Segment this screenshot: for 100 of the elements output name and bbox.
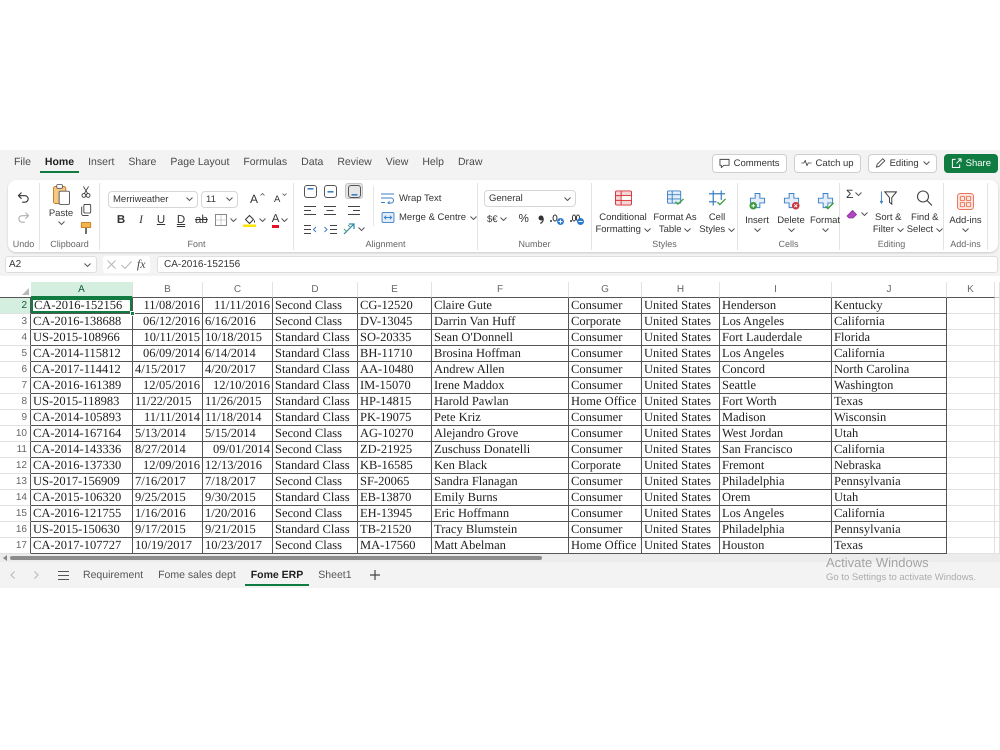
decrease-decimal-icon[interactable] (570, 213, 584, 225)
editing-mode-button[interactable]: Editing (868, 154, 937, 172)
comments-button[interactable]: Comments (712, 154, 787, 172)
undo-icon[interactable] (17, 191, 30, 204)
sheet-tab[interactable]: Fome ERP (244, 564, 310, 586)
menu-tab[interactable]: Formulas (238, 153, 292, 173)
row-header[interactable]: 14 (0, 490, 31, 506)
chevron-down-icon (754, 228, 760, 232)
sheet-tab[interactable]: Sheet1 (312, 564, 358, 586)
copy-icon[interactable] (80, 204, 92, 216)
caret-down-icon (282, 193, 288, 196)
menu-tab[interactable]: Review (332, 153, 377, 173)
format-cells-icon (816, 192, 834, 210)
percent-style-button[interactable]: % (516, 210, 532, 228)
font-size-dropdown[interactable]: 11 (201, 190, 238, 208)
catch-up-button[interactable]: Catch up (794, 154, 861, 172)
currency-format-button[interactable]: $€ (484, 210, 510, 228)
font-color-button[interactable]: A (270, 211, 290, 229)
strikethrough-button[interactable]: ab (192, 211, 211, 229)
row-header[interactable]: 16 (0, 522, 31, 538)
row-header[interactable]: 11 (0, 442, 31, 458)
column-header[interactable]: B (133, 282, 203, 298)
menu-tab[interactable]: Share (123, 153, 162, 173)
row-header[interactable]: 9 (0, 410, 31, 426)
column-header[interactable]: I (720, 282, 832, 298)
row-header[interactable]: 3 (0, 314, 31, 330)
row-header[interactable]: 10 (0, 426, 31, 442)
increase-font-size-button[interactable]: A (247, 190, 268, 208)
menu-tab[interactable]: Help (417, 153, 449, 173)
top-align-button[interactable] (301, 183, 319, 199)
decrease-font-size-button[interactable]: A (271, 190, 290, 208)
italic-button[interactable]: I (132, 211, 150, 229)
sheet-tab[interactable]: Requirement (77, 564, 150, 586)
comma-style-icon[interactable] (538, 214, 544, 224)
table-cell: United States (642, 490, 720, 506)
paste-button[interactable]: Paste (44, 184, 78, 238)
column-header[interactable]: F (432, 282, 569, 298)
column-header[interactable]: E (358, 282, 432, 298)
increase-indent-icon[interactable] (324, 224, 336, 234)
wrap-text-button[interactable]: Wrap Text (379, 190, 480, 206)
row-header[interactable]: 7 (0, 378, 31, 394)
align-right-icon[interactable] (348, 206, 360, 214)
share-button[interactable]: Share (944, 154, 998, 172)
fill-handle[interactable] (130, 311, 135, 316)
align-left-icon[interactable] (304, 206, 316, 214)
increase-decimal-icon[interactable] (550, 213, 564, 225)
menu-tab[interactable]: Draw (452, 153, 488, 173)
format-as-table-button[interactable]: Format As Table (652, 183, 698, 238)
insert-cells-button[interactable]: Insert (741, 183, 773, 238)
scissors-icon[interactable] (80, 186, 92, 198)
table-cell: SF-20065 (358, 474, 432, 490)
column-header[interactable]: C (203, 282, 273, 298)
menu-tab[interactable]: Page Layout (165, 153, 234, 173)
menu-tab[interactable]: Home (40, 153, 80, 173)
menu-tab[interactable]: View (380, 153, 414, 173)
add-ins-button[interactable]: Add-ins (946, 183, 985, 238)
bold-button[interactable]: B (112, 211, 130, 229)
column-header[interactable]: D (273, 282, 358, 298)
paintbrush-icon[interactable] (80, 222, 92, 234)
row-header[interactable]: 8 (0, 394, 31, 410)
scroll-left-icon[interactable] (3, 555, 7, 561)
delete-cells-button[interactable]: Delete (775, 183, 807, 238)
checkmark-icon[interactable] (121, 260, 132, 268)
menu-tab[interactable]: File (9, 153, 36, 173)
column-header[interactable]: G (569, 282, 642, 298)
align-center-icon[interactable] (324, 206, 336, 214)
find-select-button[interactable]: Find & Select (906, 183, 943, 238)
row-header[interactable]: 12 (0, 458, 31, 474)
merge-centre-button[interactable]: Merge & Centre (379, 210, 480, 226)
sort-filter-button[interactable]: Sort & Filter (870, 183, 906, 238)
decrease-indent-icon[interactable] (304, 224, 316, 234)
menu-tab[interactable]: Insert (83, 153, 120, 173)
conditional-formatting-button[interactable]: Conditional Formatting (594, 183, 652, 238)
number-format-dropdown[interactable]: General (484, 190, 576, 207)
row-header[interactable]: 5 (0, 346, 31, 362)
middle-align-button[interactable] (321, 183, 339, 199)
scrollbar-thumb[interactable] (10, 556, 542, 560)
column-header[interactable]: A (31, 282, 133, 298)
underline-button[interactable]: U (152, 211, 170, 229)
row-header[interactable]: 4 (0, 330, 31, 346)
cell-styles-button[interactable]: Cell Styles (698, 183, 736, 238)
menu-tab[interactable]: Data (296, 153, 328, 173)
font-name-dropdown[interactable]: Merriweather (108, 190, 198, 208)
row-header[interactable]: 2 (0, 298, 31, 314)
menu-icon[interactable] (58, 570, 69, 580)
sheet-tab[interactable]: Fome sales dept (152, 564, 242, 586)
bottom-align-button[interactable] (345, 183, 363, 199)
add-sheet-icon[interactable] (370, 570, 380, 580)
double-underline-button[interactable]: D (172, 211, 190, 229)
autosum-button[interactable]: Σ (844, 185, 870, 203)
column-header[interactable]: J (832, 282, 947, 298)
insert-function-button[interactable]: fx (136, 257, 146, 272)
column-header[interactable]: H (642, 282, 720, 298)
column-header[interactable]: K (947, 282, 995, 298)
formula-field[interactable]: CA-2016-152156 (157, 256, 998, 273)
row-header[interactable]: 15 (0, 506, 31, 522)
row-header[interactable]: 6 (0, 362, 31, 378)
format-cells-button[interactable]: Format (809, 183, 841, 238)
name-box[interactable]: A2 (5, 256, 97, 273)
row-header[interactable]: 13 (0, 474, 31, 490)
